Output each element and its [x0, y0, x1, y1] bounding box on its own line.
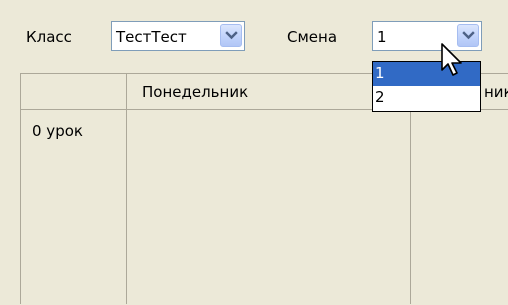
class-dropdown-button[interactable]: [220, 24, 242, 47]
class-label: Класс: [26, 28, 72, 46]
class-select-value: ТестТест: [116, 28, 187, 46]
shift-label: Смена: [287, 28, 338, 46]
shift-select-value: 1: [377, 28, 387, 46]
column-header-monday: Понедельник: [142, 83, 249, 101]
cell-monday-lesson-0[interactable]: [127, 110, 410, 305]
shift-option-2[interactable]: 2: [373, 86, 480, 110]
cell-tuesday-lesson-0[interactable]: [411, 110, 508, 305]
class-select[interactable]: ТестТест: [111, 21, 245, 51]
chevron-down-icon: [225, 31, 238, 40]
chevron-down-icon: [462, 31, 475, 40]
column-header-tuesday: ник: [484, 83, 508, 101]
mouse-pointer-icon: [441, 43, 462, 76]
row-header-lesson-0: 0 урок: [32, 122, 83, 140]
